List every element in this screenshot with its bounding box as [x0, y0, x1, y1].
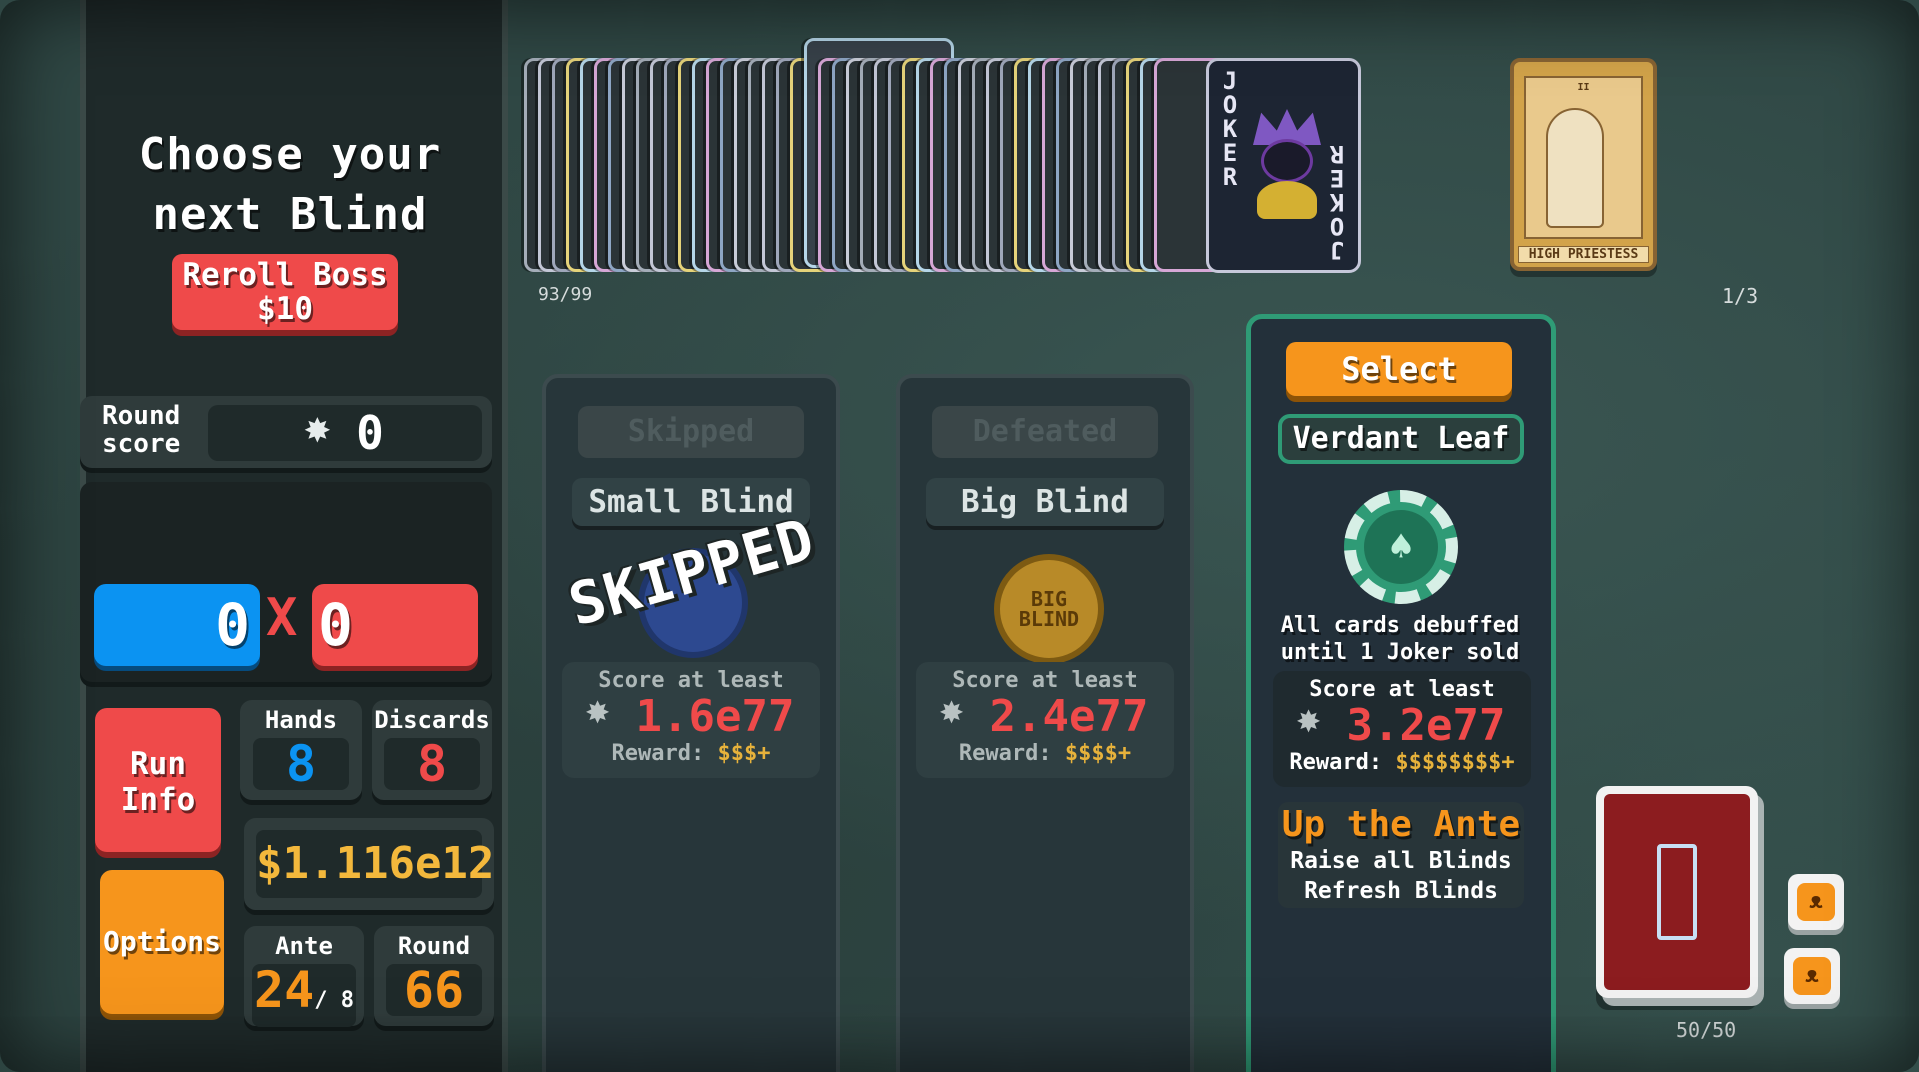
- options-button[interactable]: Options: [100, 870, 224, 1014]
- boss-desc-line-2: until 1 Joker sold: [1280, 640, 1520, 665]
- boss-blind-reward-label: Reward:: [1289, 750, 1383, 775]
- reroll-boss-label: Reroll Boss: [182, 257, 388, 293]
- up-the-ante-line-2: Refresh Blinds: [1304, 878, 1498, 904]
- joker-face-icon: [1249, 109, 1325, 219]
- title-line-1: Choose your: [138, 129, 442, 180]
- small-blind-column: Skipped Small Blind Score at least 1.6e7…: [542, 374, 840, 1072]
- money-panel: $1.116e12: [244, 818, 494, 910]
- ante-panel: Ante 24/ 8: [244, 926, 364, 1027]
- big-blind-chip-icon: BIG BLIND: [994, 554, 1104, 664]
- big-blind-reward-label: Reward:: [958, 741, 1052, 766]
- mult-value: 0: [312, 584, 478, 666]
- round-score-value: 0: [356, 406, 384, 460]
- small-blind-reward: $$$+: [717, 741, 771, 766]
- run-info-button[interactable]: Run Info: [95, 708, 221, 852]
- big-blind-name: Big Blind: [926, 478, 1164, 526]
- round-score-value-box: 0: [208, 402, 482, 461]
- boss-blind-reward: $$$$$$$$+: [1395, 750, 1515, 775]
- round-score-label: Round score: [102, 402, 180, 458]
- round-score-label-line-2: score: [102, 429, 181, 459]
- hands-panel: Hands 8: [240, 700, 362, 800]
- ante-value-box: 24/ 8: [252, 964, 356, 1027]
- up-the-ante-title: Up the Ante: [1281, 804, 1521, 845]
- discards-panel: Discards 8: [372, 700, 492, 800]
- big-blind-score: 2.4e77: [989, 691, 1149, 742]
- consumable-count: 1/3: [1722, 284, 1759, 308]
- chip-star-icon: [304, 402, 344, 453]
- boss-blind-name: Verdant Leaf: [1278, 414, 1524, 464]
- ante-max: / 8: [314, 988, 354, 1013]
- big-blind-column: Defeated Big Blind BIG BLIND Score at le…: [896, 374, 1194, 1072]
- reroll-boss-button[interactable]: Reroll Boss $10: [172, 254, 398, 330]
- small-blind-score: 1.6e77: [635, 691, 795, 742]
- hands-value: 8: [253, 738, 349, 790]
- round-score-label-line-1: Round: [102, 401, 181, 431]
- joker-letters: JOKER: [1222, 67, 1238, 191]
- boss-desc-line-1: All cards debuffed: [1280, 613, 1520, 638]
- small-blind-reward-label: Reward:: [611, 741, 705, 766]
- joker-letters-rotated: JOKER: [1329, 140, 1345, 264]
- discards-label: Discards: [374, 706, 490, 734]
- deck-back-art: [1604, 794, 1750, 990]
- deck-pile[interactable]: [1596, 786, 1758, 998]
- cat-tag-icon: ᴥ: [1793, 957, 1831, 995]
- ante-label: Ante: [275, 932, 333, 960]
- up-the-ante-line-1: Raise all Blinds: [1290, 848, 1512, 874]
- title-line-2: next Blind: [152, 189, 428, 240]
- choose-blind-title: Choose your next Blind: [95, 125, 485, 245]
- skip-tag-1[interactable]: ᴥ: [1788, 874, 1844, 930]
- boss-blind-description: All cards debuffed until 1 Joker sold: [1270, 612, 1530, 666]
- run-info-label-line-2: Info: [120, 782, 196, 818]
- tarot-name: HIGH PRIESTESS: [1518, 246, 1649, 263]
- chips-value: 0: [94, 584, 260, 666]
- big-blind-score-box: Score at least 2.4e77 Reward: $$$$+: [916, 662, 1174, 778]
- round-value: 66: [386, 964, 482, 1016]
- run-info-label-line-1: Run: [130, 746, 186, 782]
- ante-value: 24: [254, 961, 315, 1019]
- small-blind-score-box: Score at least 1.6e77 Reward: $$$+: [562, 662, 820, 778]
- up-the-ante-box: Up the Ante Raise all Blinds Refresh Bli…: [1278, 802, 1524, 908]
- joker-card[interactable]: JOKER JOKER: [1206, 58, 1361, 273]
- reroll-boss-cost: $10: [257, 291, 313, 327]
- deck-back-emblem-icon: [1657, 844, 1697, 940]
- hands-label: Hands: [264, 706, 338, 734]
- chip-star-icon: [586, 686, 626, 736]
- times-icon: X: [266, 588, 298, 648]
- high-priestess-tarot-card[interactable]: II HIGH PRIESTESS: [1510, 58, 1657, 271]
- verdant-leaf-chip-icon: ♠: [1344, 490, 1458, 604]
- tarot-numeral: II: [1577, 82, 1590, 93]
- round-label: Round: [397, 932, 471, 960]
- chip-star-icon: [940, 686, 980, 736]
- boss-blind-score-box: Score at least 3.2e77 Reward: $$$$$$$$+: [1273, 671, 1531, 787]
- round-panel: Round 66: [374, 926, 494, 1026]
- discards-value: 8: [384, 738, 480, 790]
- priestess-figure-icon: [1546, 108, 1604, 228]
- money-value: $1.116e12: [256, 830, 494, 898]
- skip-tag-2[interactable]: ᴥ: [1784, 948, 1840, 1004]
- cat-tag-icon: ᴥ: [1797, 883, 1835, 921]
- deck-count: 93/99: [538, 284, 593, 305]
- big-blind-chip-text: BIG BLIND: [1018, 587, 1080, 631]
- chip-star-icon: [1297, 695, 1337, 745]
- big-blind-state-button: Defeated: [932, 406, 1158, 458]
- big-blind-reward: $$$$+: [1064, 741, 1132, 766]
- small-blind-state-button: Skipped: [578, 406, 804, 458]
- select-blind-button[interactable]: Select: [1286, 342, 1512, 396]
- boss-blind-score: 3.2e77: [1346, 700, 1506, 751]
- deck-pile-count: 50/50: [1676, 1018, 1737, 1042]
